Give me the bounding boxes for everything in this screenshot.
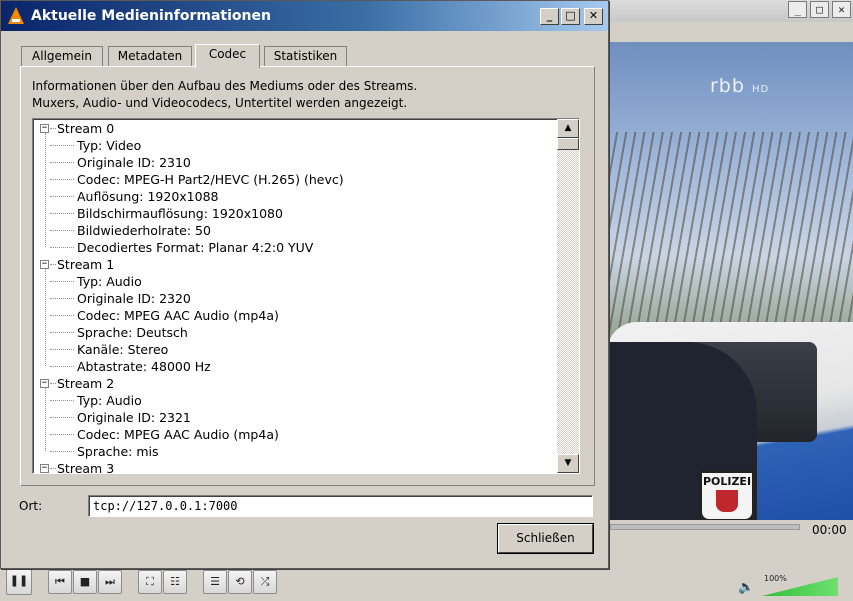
tree-connector [50, 468, 56, 469]
tree-connector [50, 281, 74, 282]
player-maximize-button[interactable]: □ [810, 1, 829, 18]
video-frame[interactable]: POLIZEI rbb HD [607, 42, 853, 520]
tree-stream-node[interactable]: Stream 3 [57, 460, 114, 473]
player-close-button[interactable]: ✕ [832, 1, 851, 18]
channel-logo: rbb HD [710, 75, 769, 97]
tree-connector [50, 383, 56, 384]
tree-connector [50, 315, 74, 316]
tree-connector [50, 230, 74, 231]
tab-statistiken[interactable]: Statistiken [264, 46, 347, 67]
tree-connector [50, 145, 74, 146]
next-icon[interactable]: ⏭ [98, 570, 122, 594]
tree-property-item[interactable]: Decodiertes Format: Planar 4:2:0 YUV [77, 239, 313, 256]
tree-connector [50, 451, 74, 452]
codec-info-line-1: Informationen über den Aufbau des Medium… [32, 79, 418, 93]
tree-property-item[interactable]: Typ: Audio [77, 392, 142, 409]
maximize-button[interactable]: □ [561, 8, 580, 25]
shuffle-icon[interactable]: ⤮ [253, 570, 277, 594]
vlc-cone-icon [8, 7, 24, 24]
tree-scrollbar[interactable]: ▲ ▼ [557, 119, 579, 473]
tree-connector [50, 179, 74, 180]
volume-label: 100% [764, 574, 787, 583]
scroll-up-button[interactable]: ▲ [557, 119, 579, 138]
badge-shield-icon [716, 490, 738, 512]
seek-bar[interactable] [610, 524, 800, 530]
location-label: Ort: [19, 499, 43, 513]
tree-expander-icon[interactable]: − [40, 260, 49, 269]
tree-property-item[interactable]: Codec: MPEG AAC Audio (mp4a) [77, 307, 279, 324]
tree-connector [50, 417, 74, 418]
video-police-badge: POLIZEI [699, 470, 755, 520]
scroll-thumb[interactable] [557, 138, 579, 150]
tree-connector [50, 247, 74, 248]
tab-allgemein[interactable]: Allgemein [21, 46, 103, 67]
previous-icon[interactable]: ⏮ [48, 570, 72, 594]
tree-connector [50, 213, 74, 214]
control-bar: ❚❚ ⏮ ■ ⏭ ⛶ ☷ ☰ ⟲ ⤮ [0, 566, 853, 601]
scroll-down-button[interactable]: ▼ [557, 454, 579, 473]
tree-connector [45, 133, 46, 247]
tree-stream-node[interactable]: Stream 2 [57, 375, 114, 392]
tree-connector [50, 400, 74, 401]
dialog-title: Aktuelle Medieninformationen [31, 8, 271, 24]
tree-expander-icon[interactable]: − [40, 124, 49, 133]
tree-connector [50, 349, 74, 350]
tree-stream-node[interactable]: Stream 0 [57, 120, 114, 137]
player-minimize-button[interactable]: _ [788, 1, 807, 18]
codec-info-line-2: Muxers, Audio- und Videocodecs, Untertit… [32, 96, 408, 110]
tree-connector [50, 332, 74, 333]
tree-stream-node[interactable]: Stream 1 [57, 256, 114, 273]
channel-logo-suffix: HD [751, 84, 770, 95]
tree-connector [50, 264, 56, 265]
tree-connector [50, 298, 74, 299]
dialog-titlebar[interactable]: Aktuelle Medieninformationen _ □ ✕ [1, 1, 608, 31]
media-info-dialog: Aktuelle Medieninformationen _ □ ✕ Allge… [0, 0, 609, 569]
extended-settings-icon[interactable]: ☷ [163, 570, 187, 594]
channel-logo-text: rbb [710, 75, 745, 97]
badge-text: POLIZEI [702, 475, 752, 488]
tree-expander-icon[interactable]: − [40, 464, 49, 473]
tab-metadaten[interactable]: Metadaten [108, 46, 192, 67]
speaker-icon[interactable]: 🔈 [738, 580, 754, 595]
tree-property-item[interactable]: Codec: MPEG-H Part2/HEVC (H.265) (hevc) [77, 171, 344, 188]
loop-icon[interactable]: ⟲ [228, 570, 252, 594]
tree-property-item[interactable]: Originale ID: 2321 [77, 409, 191, 426]
tree-property-item[interactable]: Originale ID: 2320 [77, 290, 191, 307]
tree-connector [50, 196, 74, 197]
tree-property-item[interactable]: Bildschirmauflösung: 1920x1080 [77, 205, 283, 222]
tree-connector [50, 128, 56, 129]
stream-tree[interactable]: − Stream 0 Typ: Video Originale ID: 2310 Cod… [32, 118, 580, 474]
tree-property-item[interactable]: Sprache: mis [77, 443, 159, 460]
tree-property-item[interactable]: Originale ID: 2310 [77, 154, 191, 171]
close-window-button[interactable]: ✕ [584, 8, 603, 25]
tree-connector [50, 434, 74, 435]
video-trees [607, 132, 853, 352]
tree-property-item[interactable]: Auflösung: 1920x1088 [77, 188, 219, 205]
playlist-icon[interactable]: ☰ [203, 570, 227, 594]
tree-expander-icon[interactable]: − [40, 379, 49, 388]
tree-property-item[interactable]: Kanäle: Stereo [77, 341, 168, 358]
tree-connector [45, 388, 46, 451]
tree-property-item[interactable]: Abtastrate: 48000 Hz [77, 358, 211, 375]
time-display: 00:00 [812, 523, 847, 537]
tree-property-item[interactable]: Codec: MPEG AAC Audio (mp4a) [77, 426, 279, 443]
fullscreen-icon[interactable]: ⛶ [138, 570, 162, 594]
tree-property-item[interactable]: Bildwiederholrate: 50 [77, 222, 211, 239]
stop-icon[interactable]: ■ [73, 570, 97, 594]
tree-property-item[interactable]: Typ: Audio [77, 273, 142, 290]
tree-connector [45, 269, 46, 366]
location-field[interactable]: tcp://127.0.0.1:7000 [88, 495, 593, 517]
stream-tree-rows: − Stream 0 Typ: Video Originale ID: 2310 Cod… [33, 119, 557, 473]
tree-connector [50, 162, 74, 163]
close-button[interactable]: Schließen [498, 524, 593, 553]
tree-property-item[interactable]: Typ: Video [77, 137, 141, 154]
tree-property-item[interactable]: Sprache: Deutsch [77, 324, 188, 341]
tab-codec[interactable]: Codec [195, 44, 260, 68]
pause-icon[interactable]: ❚❚ [6, 569, 32, 595]
tree-connector [50, 366, 74, 367]
minimize-button[interactable]: _ [540, 8, 559, 25]
